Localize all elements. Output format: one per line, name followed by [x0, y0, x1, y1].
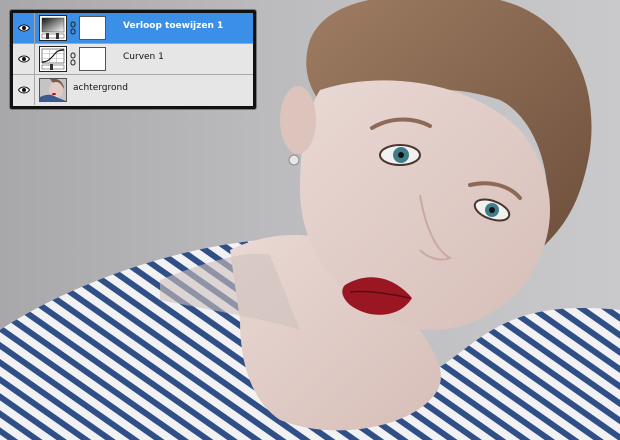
layer-row-background[interactable]: achtergrond — [13, 75, 253, 106]
layer-row-curves[interactable]: Curven 1 — [13, 44, 253, 75]
layer-name: achtergrond — [73, 83, 128, 93]
link-chain-icon[interactable] — [70, 21, 76, 35]
curves-adjustment-icon — [39, 46, 67, 72]
layer-visibility-toggle[interactable] — [13, 75, 35, 105]
gradient-map-adjustment-icon — [39, 15, 67, 41]
layer-visibility-toggle[interactable] — [13, 44, 35, 74]
layer-mask-thumbnail[interactable] — [79, 16, 106, 40]
link-chain-icon[interactable] — [70, 52, 76, 66]
layer-image-thumbnail — [39, 78, 67, 102]
eye-icon — [17, 55, 30, 63]
layer-row-gradient-map[interactable]: Verloop toewijzen 1 — [13, 13, 253, 44]
layers-panel: Verloop toewijzen 1 Curven 1 achtergrond — [10, 10, 256, 109]
layer-name: Curven 1 — [123, 52, 164, 62]
eye-icon — [17, 24, 30, 32]
layer-mask-thumbnail[interactable] — [79, 47, 106, 71]
layer-visibility-toggle[interactable] — [13, 13, 35, 43]
layer-name: Verloop toewijzen 1 — [123, 21, 224, 31]
eye-icon — [17, 86, 30, 94]
